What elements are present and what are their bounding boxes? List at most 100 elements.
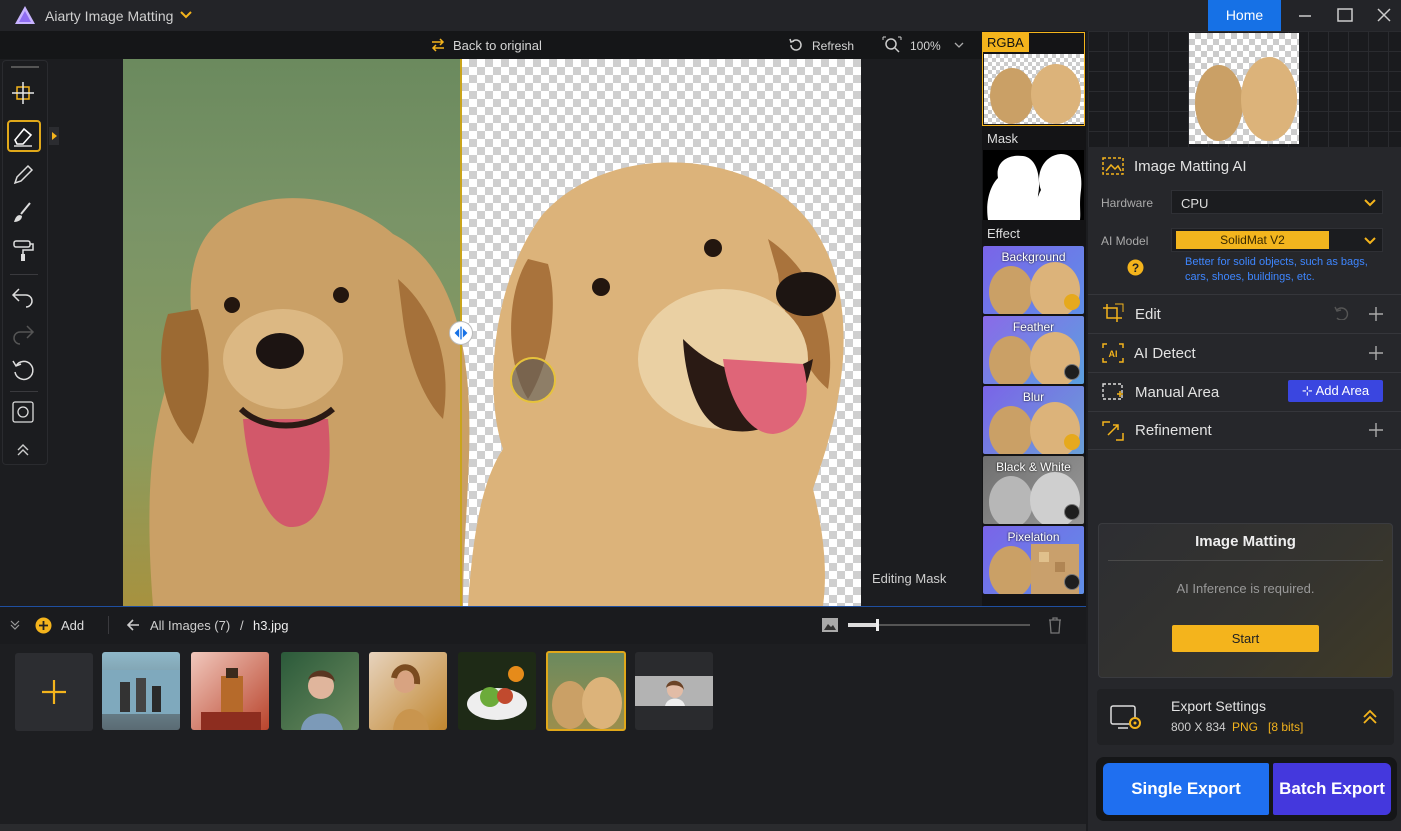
brush-cursor [510,357,556,403]
inference-message: AI Inference is required. [1176,581,1315,596]
effect-feather[interactable]: Feather [983,316,1084,384]
zoom-icon[interactable] [882,36,902,54]
undo-icon[interactable] [10,283,36,309]
collapse-gallery-icon[interactable] [9,619,21,631]
check-icon[interactable] [1064,434,1080,450]
reset-icon[interactable] [10,357,36,383]
redo-icon[interactable] [10,320,36,346]
radio-icon[interactable] [1064,574,1080,590]
minimize-icon[interactable] [1294,4,1316,26]
single-export-button[interactable]: Single Export [1103,763,1269,815]
home-button[interactable]: Home [1208,0,1281,31]
slider-thumb[interactable] [876,619,879,631]
thumbnail-5[interactable] [458,652,536,730]
zoom-chevron-icon[interactable] [953,40,965,50]
manual-area-section-title[interactable]: Manual Area [1135,384,1219,401]
expand-up-icon[interactable] [1361,708,1379,726]
effect-blur-label: Blur [1022,390,1045,404]
breadcrumb-separator: / [240,618,244,633]
effect-label: Effect [987,226,1021,241]
plus-icon[interactable] [1368,422,1384,438]
image-canvas[interactable] [123,59,861,606]
card-divider [1108,560,1383,561]
section-divider [1088,372,1401,373]
thumbnail-7[interactable] [635,652,713,730]
check-icon[interactable] [1064,294,1080,310]
ai-detect-icon: AI [1102,343,1124,363]
back-arrow-icon[interactable] [126,619,140,631]
add-images-button[interactable]: Add [61,618,84,633]
refresh-icon[interactable] [788,37,804,53]
edit-section-title[interactable]: Edit [1135,306,1161,323]
section-divider [1088,411,1401,412]
ai-model-note: Better for solid objects, such as bags, … [1185,256,1368,283]
plus-icon [42,680,66,704]
thumbnail-4[interactable] [369,652,447,730]
thumbnail-3[interactable] [281,652,359,730]
back-to-original-button[interactable]: Back to original [453,38,542,53]
panel-border [0,606,1086,607]
effect-background[interactable]: Background [983,246,1084,314]
fit-view-icon[interactable] [10,399,36,425]
breadcrumb-current-file: h3.jpg [253,618,289,633]
effect-pixelation[interactable]: Pixelation [983,526,1084,594]
chevron-down-icon [1364,199,1376,207]
split-handle-icon[interactable] [449,321,473,345]
hardware-label: Hardware [1101,196,1154,210]
radio-icon[interactable] [1064,504,1080,520]
collapse-toolbar-icon[interactable] [10,440,36,460]
refinement-icon [1102,421,1124,441]
brush-pen-icon[interactable] [10,162,36,188]
hardware-select[interactable]: CPU [1171,190,1383,214]
expand-tool-icon[interactable] [49,127,59,145]
rgba-label: RGBA [983,33,1029,52]
refresh-button[interactable]: Refresh [812,39,854,53]
export-settings-title: Export Settings [1171,698,1266,714]
app-logo-icon [15,6,35,24]
mask-thumbnail[interactable] [983,150,1084,220]
eraser-icon[interactable] [10,123,36,149]
hardware-value: CPU [1181,196,1209,211]
chevron-down-icon[interactable] [179,6,193,22]
image-matting-ai-title: Image Matting AI [1134,158,1247,175]
maximize-icon[interactable] [1334,4,1356,26]
effect-black-white[interactable]: Black & White [983,456,1084,524]
toolbar-grip[interactable] [11,66,39,68]
close-icon[interactable] [1373,4,1395,26]
chevron-down-icon [1364,237,1376,245]
export-format: PNG [1232,720,1259,734]
start-button[interactable]: Start [1172,625,1319,652]
status-strip [0,824,1086,831]
undo-icon[interactable] [1333,306,1351,320]
rgba-thumbnail[interactable] [984,54,1084,124]
breadcrumb-all-images[interactable]: All Images (7) [150,618,230,633]
effect-background-label: Background [1001,250,1066,264]
paint-roller-icon[interactable] [10,238,36,264]
section-divider [1088,294,1401,295]
thumbnail-6-selected[interactable] [546,651,626,731]
crop-edit-icon [1103,303,1124,322]
image-matting-card-title: Image Matting [1195,533,1296,550]
help-icon[interactable]: ? [1127,259,1144,276]
effect-pixelation-label: Pixelation [1007,530,1060,544]
trash-icon[interactable] [1047,616,1063,634]
plus-icon[interactable] [1368,306,1384,322]
effect-blur[interactable]: Blur [983,386,1084,454]
plus-icon[interactable] [1368,345,1384,361]
ai-detect-section-title[interactable]: AI Detect [1134,345,1196,362]
paint-brush-icon[interactable] [10,200,36,226]
swap-icon[interactable] [430,38,446,52]
add-area-button[interactable]: ⊹ Add Area [1288,380,1383,402]
move-tool-icon[interactable] [10,80,36,106]
radio-icon[interactable] [1064,364,1080,380]
ai-model-value[interactable]: SolidMat V2 [1176,231,1329,249]
export-settings-icon [1110,705,1141,729]
add-image-tile[interactable] [15,653,93,731]
refinement-section-title[interactable]: Refinement [1135,422,1212,439]
add-circle-icon[interactable] [35,617,52,634]
thumbnail-1[interactable] [102,652,180,730]
thumbnail-2[interactable] [191,652,269,730]
export-bits: [8 bits] [1268,720,1304,734]
zoom-level[interactable]: 100% [910,39,941,53]
batch-export-button[interactable]: Batch Export [1273,763,1391,815]
